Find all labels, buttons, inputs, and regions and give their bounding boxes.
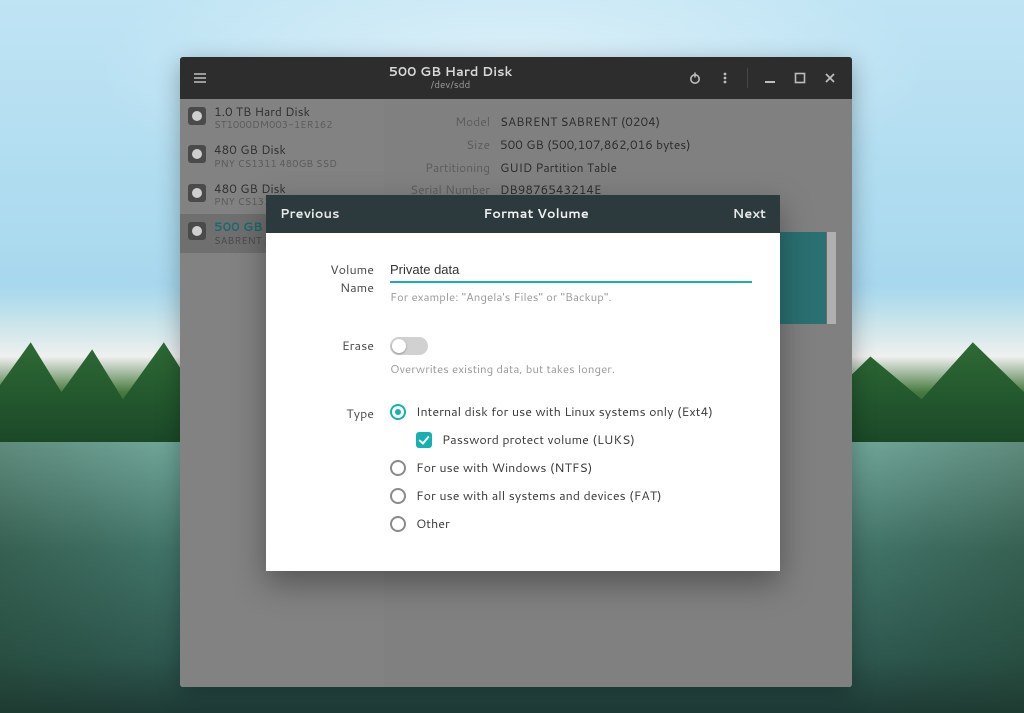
erase-label: Erase bbox=[294, 333, 390, 355]
type-option-label: Other bbox=[416, 515, 450, 533]
type-option-other[interactable]: Other bbox=[390, 515, 752, 533]
radio-icon bbox=[390, 488, 406, 504]
radio-icon bbox=[390, 404, 406, 420]
detail-model-label: Model bbox=[400, 111, 500, 134]
hard-disk-icon bbox=[188, 107, 206, 125]
type-option-fat[interactable]: For use with all systems and devices (FA… bbox=[390, 487, 752, 505]
previous-button[interactable]: Previous bbox=[280, 205, 340, 223]
erase-toggle[interactable] bbox=[390, 337, 428, 355]
minimize-icon[interactable] bbox=[762, 70, 778, 86]
close-icon[interactable] bbox=[822, 70, 838, 86]
dialog-title: Format Volume bbox=[483, 205, 589, 223]
checkbox-icon bbox=[416, 432, 432, 448]
detail-partitioning-value: GUID Partition Table bbox=[500, 157, 617, 180]
format-volume-dialog: Previous Format Volume Next Volume Name … bbox=[266, 195, 780, 571]
type-option-ext4[interactable]: Internal disk for use with Linux systems… bbox=[390, 403, 752, 421]
disk-name: 1.0 TB Hard Disk bbox=[214, 105, 333, 119]
kebab-menu-icon[interactable] bbox=[717, 70, 733, 86]
volume-partition-free[interactable] bbox=[826, 232, 836, 324]
detail-model-value: SABRENT SABRENT (0204) bbox=[500, 111, 660, 134]
disk-model: ST1000DM003-1ER162 bbox=[214, 119, 333, 131]
type-label: Type bbox=[294, 401, 390, 423]
type-option-label: For use with all systems and devices (FA… bbox=[416, 487, 662, 505]
hard-disk-icon bbox=[188, 222, 206, 240]
volume-name-hint: For example: "Angela's Files" or "Backup… bbox=[390, 289, 752, 305]
type-option-luks[interactable]: Password protect volume (LUKS) bbox=[390, 431, 752, 449]
dialog-header: Previous Format Volume Next bbox=[266, 195, 780, 233]
type-option-label: Internal disk for use with Linux systems… bbox=[416, 403, 713, 421]
erase-hint: Overwrites existing data, but takes long… bbox=[390, 361, 752, 377]
disks-titlebar: 500 GB Hard Disk /dev/sdd bbox=[180, 57, 852, 99]
sidebar-disk-item[interactable]: 480 GB Disk PNY CS1311 480GB SSD bbox=[180, 137, 384, 175]
detail-size-value: 500 GB (500,107,862,016 bytes) bbox=[500, 134, 691, 157]
type-option-ntfs[interactable]: For use with Windows (NTFS) bbox=[390, 459, 752, 477]
volume-name-label: Volume Name bbox=[294, 257, 390, 297]
sidebar-disk-item[interactable]: 1.0 TB Hard Disk ST1000DM003-1ER162 bbox=[180, 99, 384, 137]
disk-name: 480 GB Disk bbox=[214, 143, 337, 157]
type-option-label: Password protect volume (LUKS) bbox=[442, 431, 635, 449]
disk-model: PNY CS1311 480GB SSD bbox=[214, 158, 337, 170]
disk-name: 480 GB Disk bbox=[214, 182, 337, 196]
titlebar-separator bbox=[747, 68, 748, 88]
maximize-icon[interactable] bbox=[792, 70, 808, 86]
detail-size-label: Size bbox=[400, 134, 500, 157]
volume-name-input[interactable] bbox=[390, 258, 752, 283]
radio-icon bbox=[390, 516, 406, 532]
next-button[interactable]: Next bbox=[733, 205, 766, 223]
dialog-body: Volume Name For example: "Angela's Files… bbox=[266, 233, 780, 571]
hard-disk-icon bbox=[188, 184, 206, 202]
hard-disk-icon bbox=[188, 145, 206, 163]
power-icon[interactable] bbox=[687, 70, 703, 86]
window-title-sub: /dev/sdd bbox=[214, 80, 687, 92]
radio-icon bbox=[390, 460, 406, 476]
type-option-label: For use with Windows (NTFS) bbox=[416, 459, 592, 477]
type-radio-group: Internal disk for use with Linux systems… bbox=[390, 403, 752, 533]
app-menu-button[interactable] bbox=[186, 64, 214, 92]
window-title: 500 GB Hard Disk /dev/sdd bbox=[214, 65, 687, 91]
detail-partitioning-label: Partitioning bbox=[400, 157, 500, 180]
